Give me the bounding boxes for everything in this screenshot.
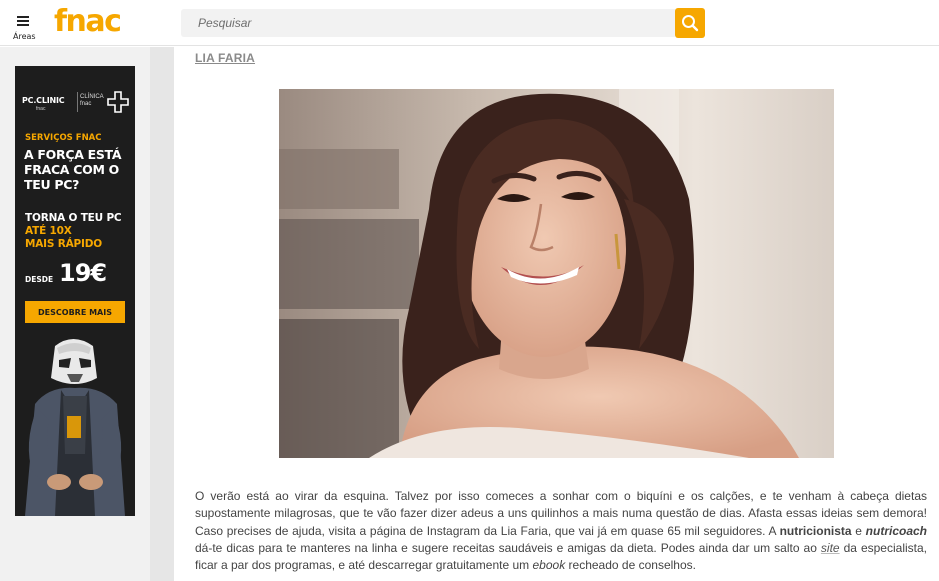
article-text-segment: recheado de conselhos. xyxy=(565,558,696,573)
article-text-segment: e xyxy=(851,523,866,538)
clinica-label: CLÍNICA xyxy=(80,94,104,100)
ad-tag: SERVIÇOS FNAC xyxy=(25,133,102,143)
stormtrooper-illustration xyxy=(15,334,135,516)
nutricionista-term: nutricionista xyxy=(779,523,852,538)
ad-body: TORNA O TEU PC ATÉ 10X MAIS RÁPIDO xyxy=(25,212,133,251)
portrait-image xyxy=(279,89,834,458)
search-input[interactable] xyxy=(181,9,675,37)
ad-headline: A FORÇA ESTÁ FRACA COM O TEU PC? xyxy=(24,147,122,192)
article-text: O verão está ao virar da esquina. Talvez… xyxy=(195,488,927,574)
pc-clinic-sub: fnac xyxy=(36,106,46,112)
search-icon xyxy=(682,15,699,32)
author-link[interactable]: LIA FARIA xyxy=(195,51,255,65)
hamburger-icon-line xyxy=(17,20,29,22)
ad-body-line: ATÉ 10X xyxy=(25,225,72,237)
pc-clinic-logo: PC.CLINIC xyxy=(22,96,65,105)
logo-separator xyxy=(77,92,78,112)
article-text-segment: dá-te dicas para te manteres na linha e … xyxy=(195,540,821,555)
clinica-fnac-logo: CLÍNICA fnac xyxy=(80,94,104,108)
ad-body-line: TORNA O TEU PC xyxy=(25,212,122,224)
fnac-logo[interactable]: fnac xyxy=(54,5,122,39)
hamburger-icon-line xyxy=(17,24,29,26)
ad-price-label: DESDE xyxy=(25,275,54,284)
ad-banner[interactable]: PC.CLINIC fnac CLÍNICA fnac SERVIÇOS FNA… xyxy=(15,66,135,516)
ebook-term: ebook xyxy=(532,558,566,573)
hamburger-icon xyxy=(17,16,29,18)
ad-cta-button[interactable]: DESCOBRE MAIS xyxy=(25,301,125,323)
site-header: Áreas fnac xyxy=(0,0,939,46)
menu-label: Áreas xyxy=(13,32,36,41)
clinica-fnac-label: fnac xyxy=(80,101,92,107)
site-link[interactable]: site xyxy=(821,541,840,555)
ad-price: 19€ xyxy=(59,259,107,287)
nutricoach-term: nutricoach xyxy=(865,523,927,538)
content-gutter xyxy=(150,47,174,581)
ad-brand-logos: PC.CLINIC fnac CLÍNICA fnac xyxy=(22,90,130,114)
search-button[interactable] xyxy=(675,8,705,38)
article-photo xyxy=(279,89,834,458)
ad-body-line: MAIS RÁPIDO xyxy=(25,238,102,250)
menu-button[interactable]: Áreas xyxy=(10,12,36,42)
plus-cross-icon xyxy=(107,91,129,113)
